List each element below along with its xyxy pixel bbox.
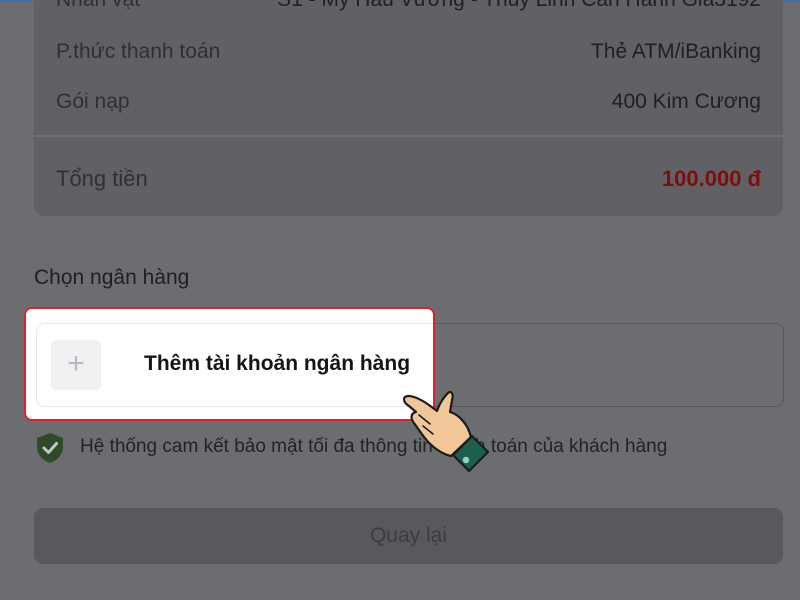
order-summary-card: Nhân vật S1 - Mỹ Hầu Vương - Thủy Linh C…	[34, 0, 783, 216]
character-label: Nhân vật	[56, 0, 140, 12]
summary-divider	[34, 135, 783, 137]
payment-method-label: P.thức thanh toán	[56, 40, 221, 63]
choose-bank-title: Chọn ngân hàng	[34, 266, 190, 289]
package-value: 400 Kim Cương	[611, 90, 761, 113]
shield-check-icon	[37, 433, 63, 463]
package-label: Gói nạp	[56, 90, 130, 113]
total-amount: 100.000 đ	[661, 166, 761, 191]
character-value: S1 - Mỹ Hầu Vương - Thủy Linh Căn Hanh G…	[277, 0, 761, 12]
back-button[interactable]: Quay lại	[34, 508, 783, 564]
payment-method-value: Thẻ ATM/iBanking	[590, 40, 761, 63]
add-bank-account-label: Thêm tài khoản ngân hàng	[144, 352, 411, 375]
add-bank-account-button[interactable]: + Thêm tài khoản ngân hàng	[36, 323, 433, 407]
add-bank-account-highlight[interactable]: + Thêm tài khoản ngân hàng	[24, 307, 435, 421]
security-notice-text: Hệ thống cam kết bảo mật tối đa thông ti…	[80, 436, 668, 457]
add-bank-icon-box[interactable]: +	[51, 340, 101, 390]
total-label: Tổng tiền	[56, 166, 148, 191]
plus-icon: +	[67, 347, 85, 380]
pointing-hand-icon	[402, 390, 490, 473]
